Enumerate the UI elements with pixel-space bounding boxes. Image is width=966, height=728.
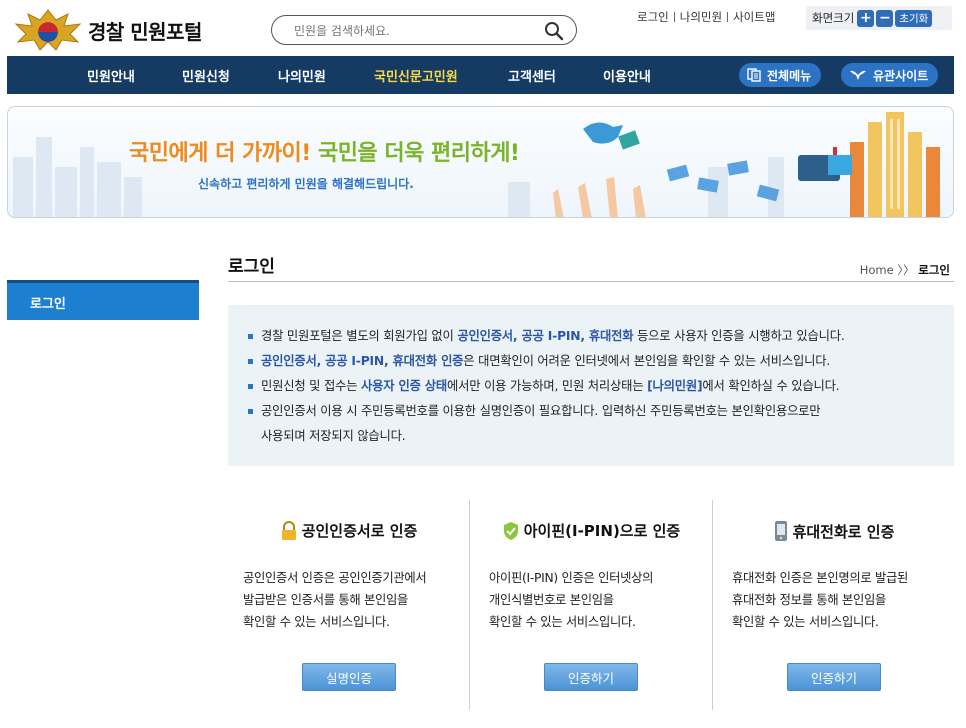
- card-desc-line: 공인인증서 인증은 공인인증기관에서: [243, 571, 427, 585]
- info-text: 공인인증서 이용 시 주민등록번호를 이용한 실명인증이 필요합니다. 입력하신…: [261, 404, 821, 418]
- page-title: 로그인: [228, 257, 275, 277]
- nav-item-customer-center[interactable]: 고객센터: [508, 66, 556, 85]
- main-nav: 민원안내 민원신청 나의민원 국민신문고민원 고객센터 이용안내 전체메뉴 유관…: [7, 56, 954, 94]
- breadcrumb-home[interactable]: Home: [860, 263, 894, 277]
- separator: [673, 12, 675, 22]
- ipin-auth-button[interactable]: 인증하기: [544, 663, 638, 691]
- card-title: 공인인증서로 인증: [228, 520, 469, 541]
- banner-subtitle: 신속하고 편리하게 민원을 해결해드립니다.: [198, 177, 414, 191]
- banner-title-part2: 국민을 더욱 편리하게!: [317, 141, 520, 166]
- sidebar-item-label: 로그인: [30, 297, 66, 312]
- breadcrumb-current: 로그인: [918, 263, 950, 277]
- banner-title-part1: 국민에게 더 가까이!: [129, 141, 311, 166]
- nav-item-usage[interactable]: 이용안내: [603, 66, 651, 85]
- separator: [727, 12, 729, 22]
- nav-item-guide[interactable]: 민원안내: [87, 66, 135, 85]
- nav-item-apply[interactable]: 민원신청: [182, 66, 230, 85]
- search-icon[interactable]: [544, 21, 564, 41]
- nav-item-my-petitions[interactable]: 나의민원: [278, 66, 326, 85]
- phone-auth-button[interactable]: 인증하기: [787, 663, 881, 691]
- breadcrumb: Home 〉〉 로그인: [860, 262, 950, 278]
- card-title-text: 공인인증서로 인증: [301, 522, 418, 540]
- cert-auth-card: 공인인증서로 인증 공인인증서 인증은 공인인증기관에서 발급받은 인증서를 통…: [228, 500, 469, 710]
- phone-auth-card: 휴대전화로 인증 휴대전화 인증은 본인명의로 발급된 휴대전화 정보를 통해 …: [713, 500, 954, 710]
- card-title-text: 휴대전화로 인증: [792, 522, 895, 541]
- shield-check-icon: [503, 521, 518, 540]
- card-title: 휴대전화로 인증: [713, 520, 954, 542]
- ipin-auth-card: 아이핀(I-PIN)으로 인증 아이핀(I-PIN) 인증은 인터넷상의 개인식…: [470, 500, 712, 710]
- info-text: 에서만 이용 가능하며, 민원 처리상태는: [447, 379, 648, 393]
- card-description: 공인인증서 인증은 공인인증기관에서 발급받은 인증서를 통해 본인임을 확인할…: [243, 567, 427, 633]
- info-box: 경찰 민원포털은 별도의 회원가입 없이 공인인증서, 공공 I-PIN, 휴대…: [228, 305, 954, 466]
- hero-banner: 국민에게 더 가까이! 국민을 더욱 편리하게! 신속하고 편리하게 민원을 해…: [7, 106, 954, 218]
- eagle-icon: [850, 70, 866, 80]
- info-text: 민원신청 및 접수는: [261, 379, 362, 393]
- police-emblem-logo[interactable]: [10, 6, 86, 52]
- info-text: 에서 확인하실 수 있습니다.: [702, 379, 840, 393]
- all-menu-button[interactable]: 전체메뉴: [739, 63, 822, 87]
- card-description: 아이핀(I-PIN) 인증은 인터넷상의 개인식별번호로 본인임을 확인할 수 …: [489, 567, 653, 633]
- font-size-control: 화면크기 + − 초기화: [806, 6, 952, 30]
- card-desc-line: 확인할 수 있는 서비스입니다.: [243, 615, 390, 629]
- search-input[interactable]: [294, 21, 534, 41]
- info-highlight: 공인인증서, 공공 I-PIN, 휴대전화 인증: [261, 354, 464, 368]
- search-box: [271, 15, 577, 45]
- sitemap-link[interactable]: 사이트맵: [733, 9, 775, 25]
- info-item: 공인인증서, 공공 I-PIN, 휴대전화 인증은 대면확인이 어려운 인터넷에…: [246, 349, 946, 374]
- info-item: 공인인증서 이용 시 주민등록번호를 이용한 실명인증이 필요합니다. 입력하신…: [246, 399, 946, 449]
- card-desc-line: 발급받은 인증서를 통해 본인임을: [243, 593, 409, 607]
- utility-links: 로그인 나의민원 사이트맵: [637, 9, 775, 25]
- font-increase-button[interactable]: +: [857, 9, 875, 27]
- card-desc-line: 개인식별번호로 본인임을: [489, 593, 614, 607]
- site-title[interactable]: 경찰 민원포털: [88, 16, 202, 45]
- card-desc-line: 확인할 수 있는 서비스입니다.: [489, 615, 636, 629]
- lock-icon: [281, 520, 296, 540]
- sidebar-item-login[interactable]: 로그인: [7, 280, 199, 320]
- info-text: 은 대면확인이 어려운 인터넷에서 본인임을 확인할 수 있는 서비스입니다.: [463, 354, 831, 368]
- card-title-text: 아이핀(I-PIN)으로 인증: [523, 522, 681, 540]
- all-menu-label: 전체메뉴: [767, 68, 812, 83]
- info-text: 사용되며 저장되지 않습니다.: [261, 429, 406, 443]
- header: 경찰 민원포털 로그인 나의민원 사이트맵 화면크기 + − 초기화: [0, 0, 966, 56]
- auth-options: 공인인증서로 인증 공인인증서 인증은 공인인증기관에서 발급받은 인증서를 통…: [228, 500, 954, 720]
- card-desc-line: 휴대전화 정보를 통해 본인임을: [732, 593, 886, 607]
- info-highlight: [나의민원]: [647, 379, 703, 393]
- menu-icon: [747, 68, 761, 82]
- nav-item-epeople[interactable]: 국민신문고민원: [374, 66, 458, 85]
- info-item: 경찰 민원포털은 별도의 회원가입 없이 공인인증서, 공공 I-PIN, 휴대…: [246, 324, 946, 349]
- info-item: 민원신청 및 접수는 사용자 인증 상태에서만 이용 가능하며, 민원 처리상태…: [246, 374, 946, 399]
- breadcrumb-separator: 〉〉: [897, 263, 915, 277]
- font-size-label: 화면크기: [812, 11, 855, 25]
- info-text: 경찰 민원포털은 별도의 회원가입 없이: [261, 329, 458, 343]
- banner-title: 국민에게 더 가까이! 국민을 더욱 편리하게!: [129, 135, 520, 167]
- login-link[interactable]: 로그인: [637, 9, 669, 25]
- mobile-phone-icon: [774, 521, 787, 541]
- info-text: 등으로 사용자 인증을 시행하고 있습니다.: [633, 329, 845, 343]
- info-highlight: 사용자 인증 상태: [361, 379, 448, 393]
- related-sites-label: 유관사이트: [873, 68, 929, 83]
- font-reset-button[interactable]: 초기화: [895, 9, 933, 27]
- card-desc-line: 확인할 수 있는 서비스입니다.: [732, 615, 879, 629]
- related-sites-button[interactable]: 유관사이트: [841, 63, 939, 87]
- card-desc-line: 휴대전화 인증은 본인명의로 발급된: [732, 571, 909, 585]
- real-name-auth-button[interactable]: 실명인증: [302, 663, 396, 691]
- title-divider: [228, 281, 954, 282]
- my-petitions-link[interactable]: 나의민원: [680, 9, 722, 25]
- info-list: 경찰 민원포털은 별도의 회원가입 없이 공인인증서, 공공 I-PIN, 휴대…: [246, 324, 946, 449]
- font-decrease-button[interactable]: −: [876, 9, 894, 27]
- card-title: 아이핀(I-PIN)으로 인증: [470, 520, 712, 541]
- card-description: 휴대전화 인증은 본인명의로 발급된 휴대전화 정보를 통해 본인임을 확인할 …: [732, 567, 908, 633]
- card-desc-line: 아이핀(I-PIN) 인증은 인터넷상의: [489, 571, 654, 585]
- info-highlight: 공인인증서, 공공 I-PIN, 휴대전화: [457, 329, 634, 343]
